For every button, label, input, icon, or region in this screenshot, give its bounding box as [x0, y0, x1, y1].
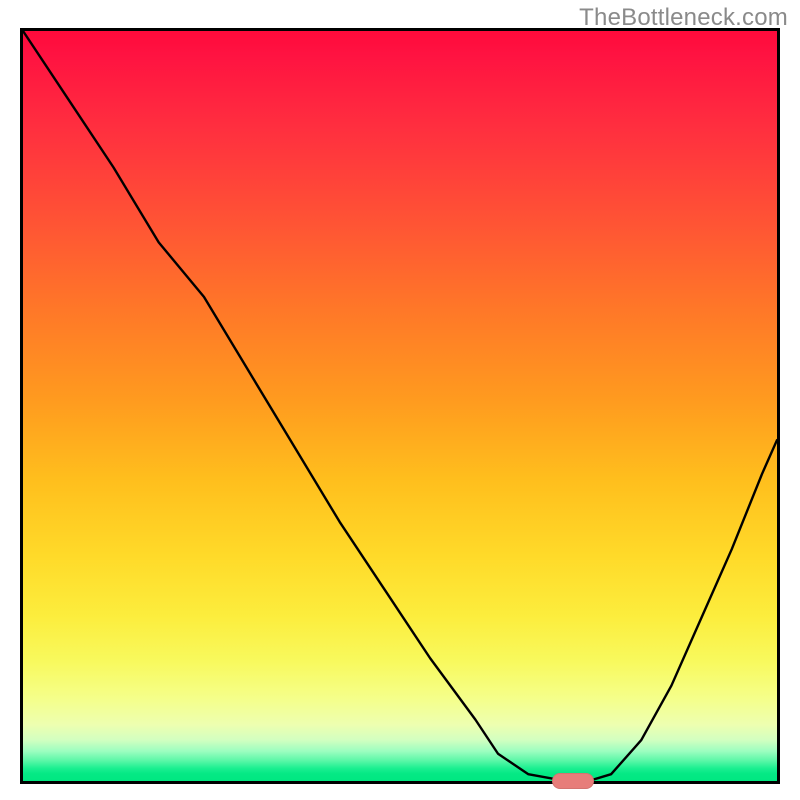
gradient-background	[23, 31, 777, 781]
plot-area	[20, 28, 780, 784]
watermark-text: TheBottleneck.com	[579, 4, 788, 32]
marker-pill-icon	[552, 773, 594, 789]
chart-frame: TheBottleneck.com	[0, 0, 800, 800]
optimum-marker	[552, 773, 594, 789]
